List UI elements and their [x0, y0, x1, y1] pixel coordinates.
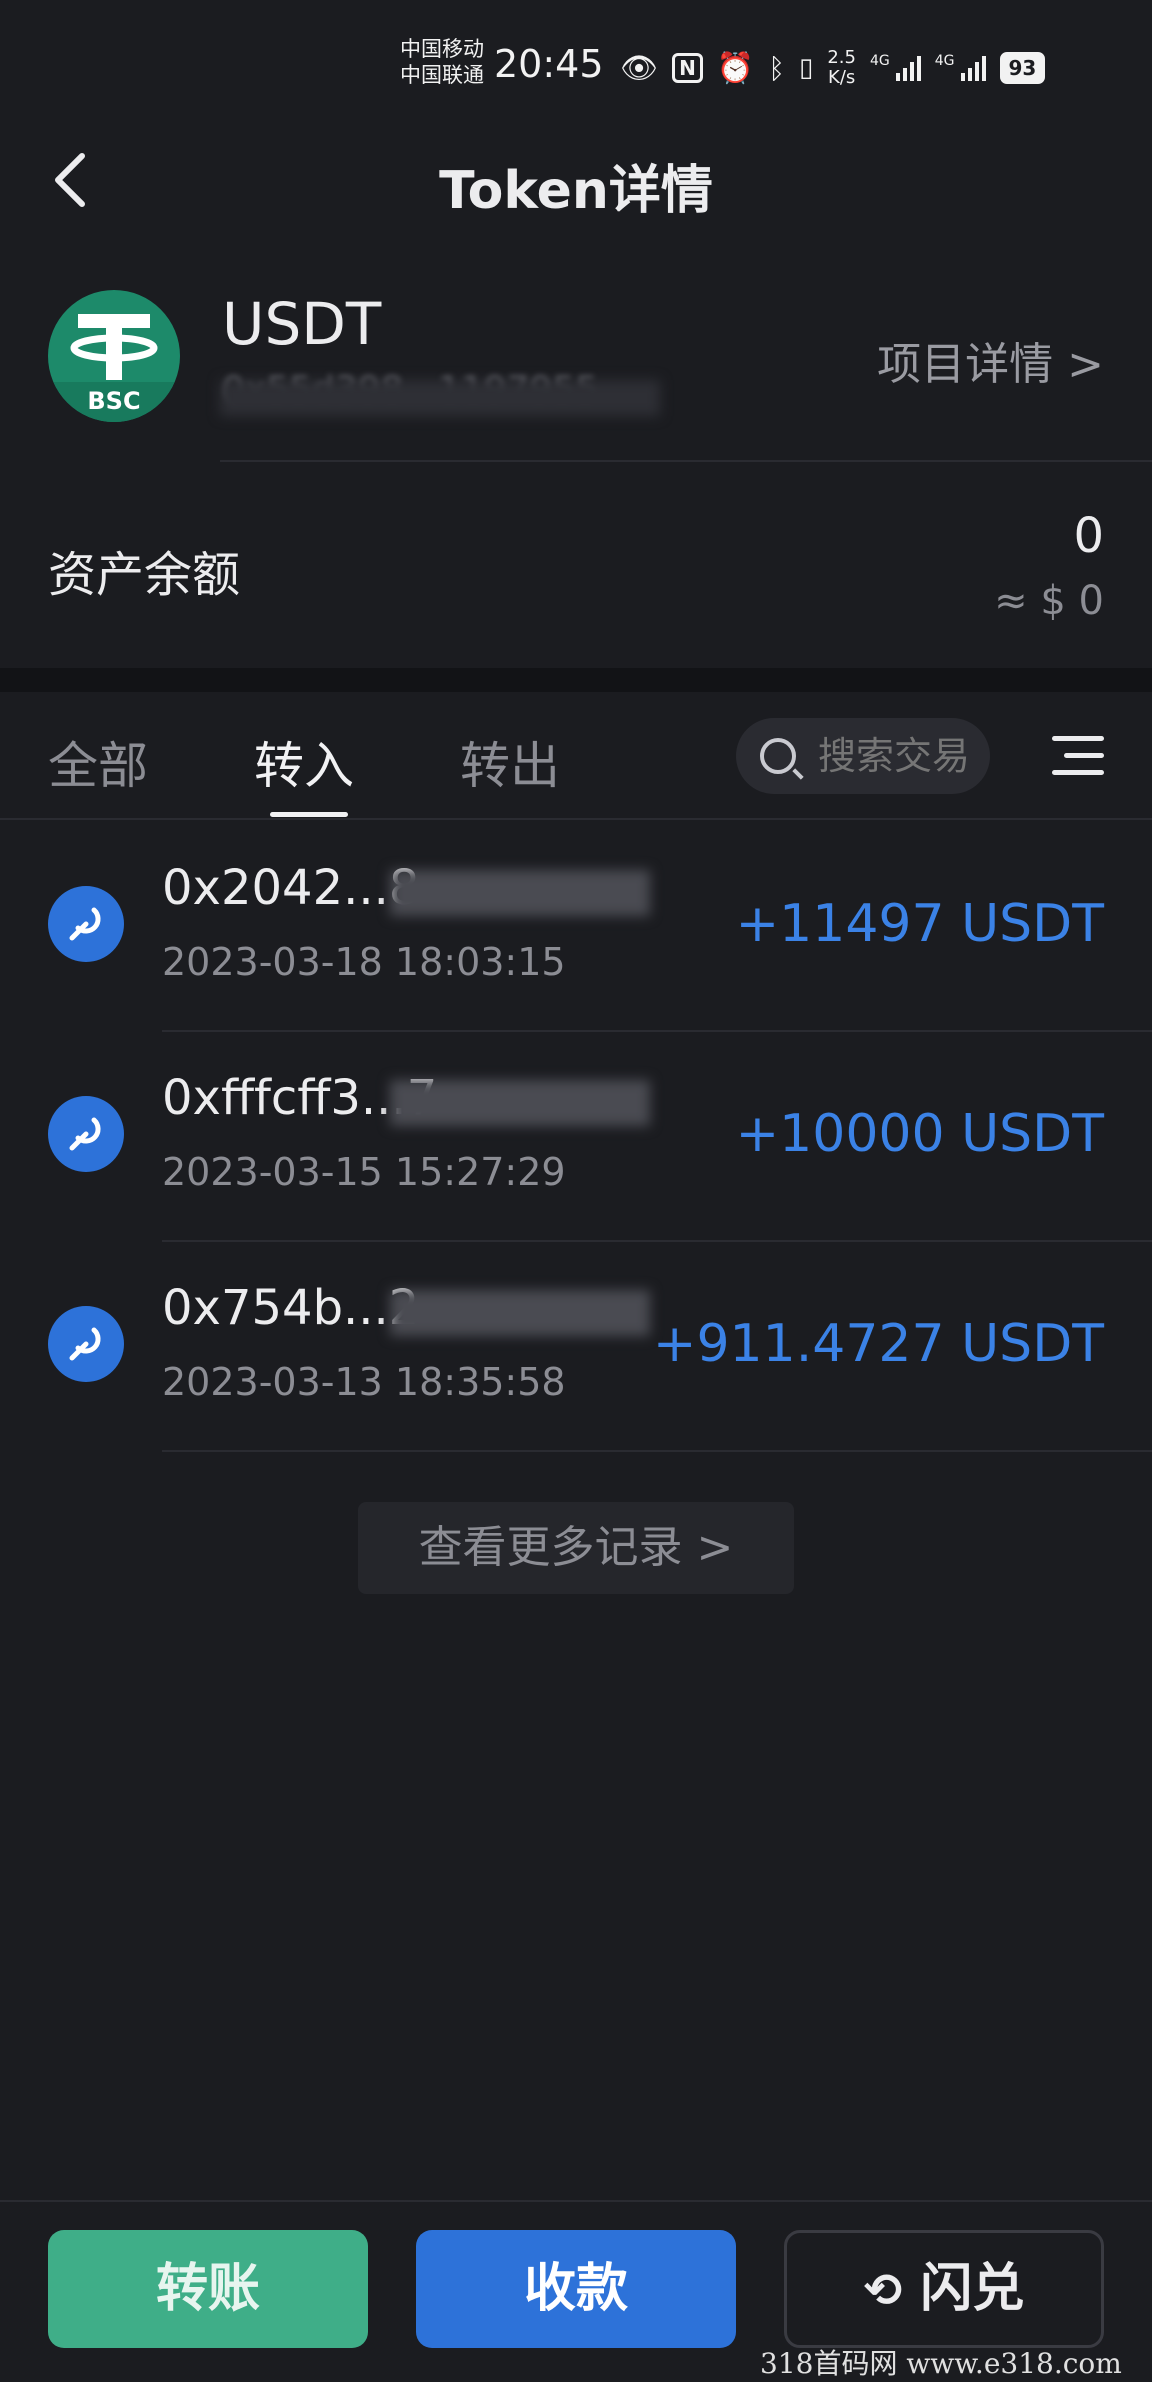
- tab-outgoing[interactable]: 转出: [460, 726, 560, 798]
- speed-unit: K/s: [828, 67, 856, 88]
- tx-amount: +11497 USDT: [735, 894, 1104, 954]
- swap-icon: ⟲: [863, 2263, 903, 2317]
- carrier-labels: 中国移动 中国联通: [400, 36, 484, 88]
- network-speed: 2.5 K/s: [827, 48, 856, 88]
- speed-value: 2.5: [827, 47, 856, 68]
- receive-button[interactable]: 收款: [416, 2230, 736, 2348]
- alarm-icon: ⏰: [716, 50, 755, 86]
- active-tab-indicator: [270, 812, 348, 817]
- section-separator: [0, 668, 1152, 692]
- divider: [162, 1030, 1152, 1032]
- incoming-tx-icon: [48, 1306, 124, 1382]
- eye-icon: 👁: [620, 50, 659, 86]
- balance-value: 0: [1073, 508, 1104, 564]
- vibrate-icon: ▯: [799, 53, 814, 83]
- hash-redaction: [390, 870, 650, 916]
- balance-label: 资产余额: [48, 547, 241, 603]
- tx-amount: +911.4727 USDT: [652, 1314, 1104, 1374]
- swap-button[interactable]: ⟲ 闪兑: [784, 2230, 1104, 2348]
- bluetooth-icon: ᛒ: [768, 51, 786, 85]
- watermark: 318首码网 www.e318.com: [760, 2347, 1122, 2380]
- swap-label: 闪兑: [920, 2259, 1025, 2319]
- net-type-2: 4G: [934, 53, 955, 69]
- divider: [162, 1240, 1152, 1242]
- search-input[interactable]: [816, 733, 980, 779]
- tab-incoming[interactable]: 转入: [254, 726, 354, 798]
- divider: [0, 818, 1152, 820]
- hash-redaction: [390, 1080, 650, 1126]
- incoming-tx-icon: [48, 1096, 124, 1172]
- divider: [162, 1450, 1152, 1452]
- balance-usd: ≈ $ 0: [994, 578, 1104, 624]
- address-redaction: [220, 380, 660, 416]
- view-more-records-button[interactable]: 查看更多记录 >: [358, 1502, 794, 1594]
- page-title: Token详情: [439, 161, 713, 221]
- carrier-1: 中国移动: [400, 37, 484, 61]
- tx-hash[interactable]: 0x754b...2: [162, 1280, 419, 1336]
- tx-date: 2023-03-18 18:03:15: [162, 940, 566, 984]
- tx-amount: +10000 USDT: [735, 1104, 1104, 1164]
- tx-date: 2023-03-15 15:27:29: [162, 1150, 566, 1194]
- status-icons: 👁 N ⏰ ᛒ ▯ 2.5 K/s 4G 4G 93: [620, 48, 1046, 88]
- incoming-tx-icon: [48, 886, 124, 962]
- net-type-1: 4G: [869, 53, 890, 69]
- carrier-2: 中国联通: [400, 63, 484, 87]
- status-time: 20:45: [494, 42, 604, 86]
- divider: [220, 460, 1152, 462]
- battery-icon: 93: [999, 52, 1046, 84]
- nfc-icon: N: [672, 53, 703, 83]
- tx-hash[interactable]: 0x2042...8: [162, 860, 419, 916]
- filter-icon[interactable]: [1052, 736, 1104, 776]
- transfer-button[interactable]: 转账: [48, 2230, 368, 2348]
- chain-badge: BSC: [48, 382, 180, 422]
- tether-icon: [70, 314, 158, 380]
- tx-date: 2023-03-13 18:35:58: [162, 1360, 566, 1404]
- search-box[interactable]: [736, 718, 990, 794]
- signal-1-icon: [895, 55, 921, 81]
- token-symbol: USDT: [222, 290, 382, 358]
- hash-redaction: [390, 1290, 650, 1336]
- divider: [0, 2200, 1152, 2202]
- usdt-logo: BSC: [48, 290, 180, 422]
- tab-all[interactable]: 全部: [48, 726, 148, 798]
- search-icon: [760, 738, 796, 774]
- project-details-link[interactable]: 项目详情 >: [877, 328, 1104, 392]
- signal-2-icon: [960, 55, 986, 81]
